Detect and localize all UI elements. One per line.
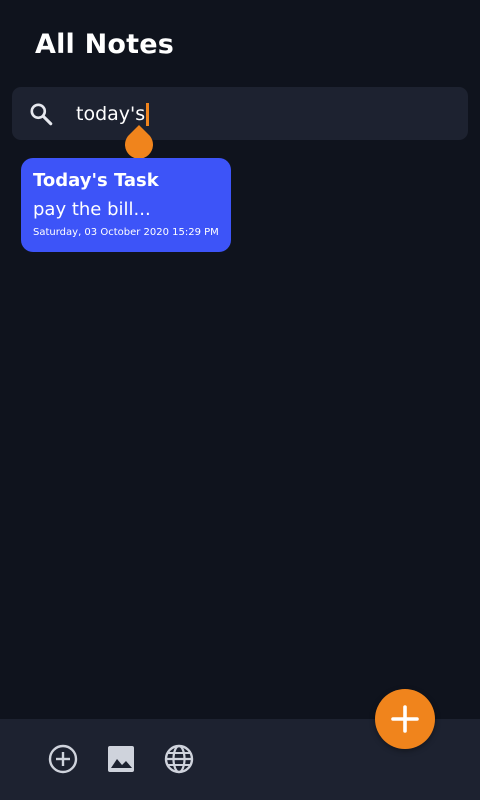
page-title: All Notes	[35, 29, 175, 60]
note-title: Today's Task	[33, 170, 159, 191]
globe-icon[interactable]	[163, 743, 195, 775]
image-icon[interactable]	[105, 743, 137, 775]
search-icon	[30, 103, 53, 126]
cursor-handle[interactable]	[123, 125, 155, 161]
add-circle-icon[interactable]	[47, 743, 79, 775]
note-card[interactable]: Today's Task pay the bill... Saturday, 0…	[21, 158, 231, 252]
note-date: Saturday, 03 October 2020 15:29 PM	[33, 227, 219, 238]
text-cursor	[146, 102, 150, 126]
note-body: pay the bill...	[33, 199, 151, 220]
search-input[interactable]: today's	[76, 101, 150, 127]
search-input-value: today's	[76, 103, 146, 125]
add-note-button[interactable]	[375, 689, 435, 749]
plus-icon	[391, 705, 419, 733]
